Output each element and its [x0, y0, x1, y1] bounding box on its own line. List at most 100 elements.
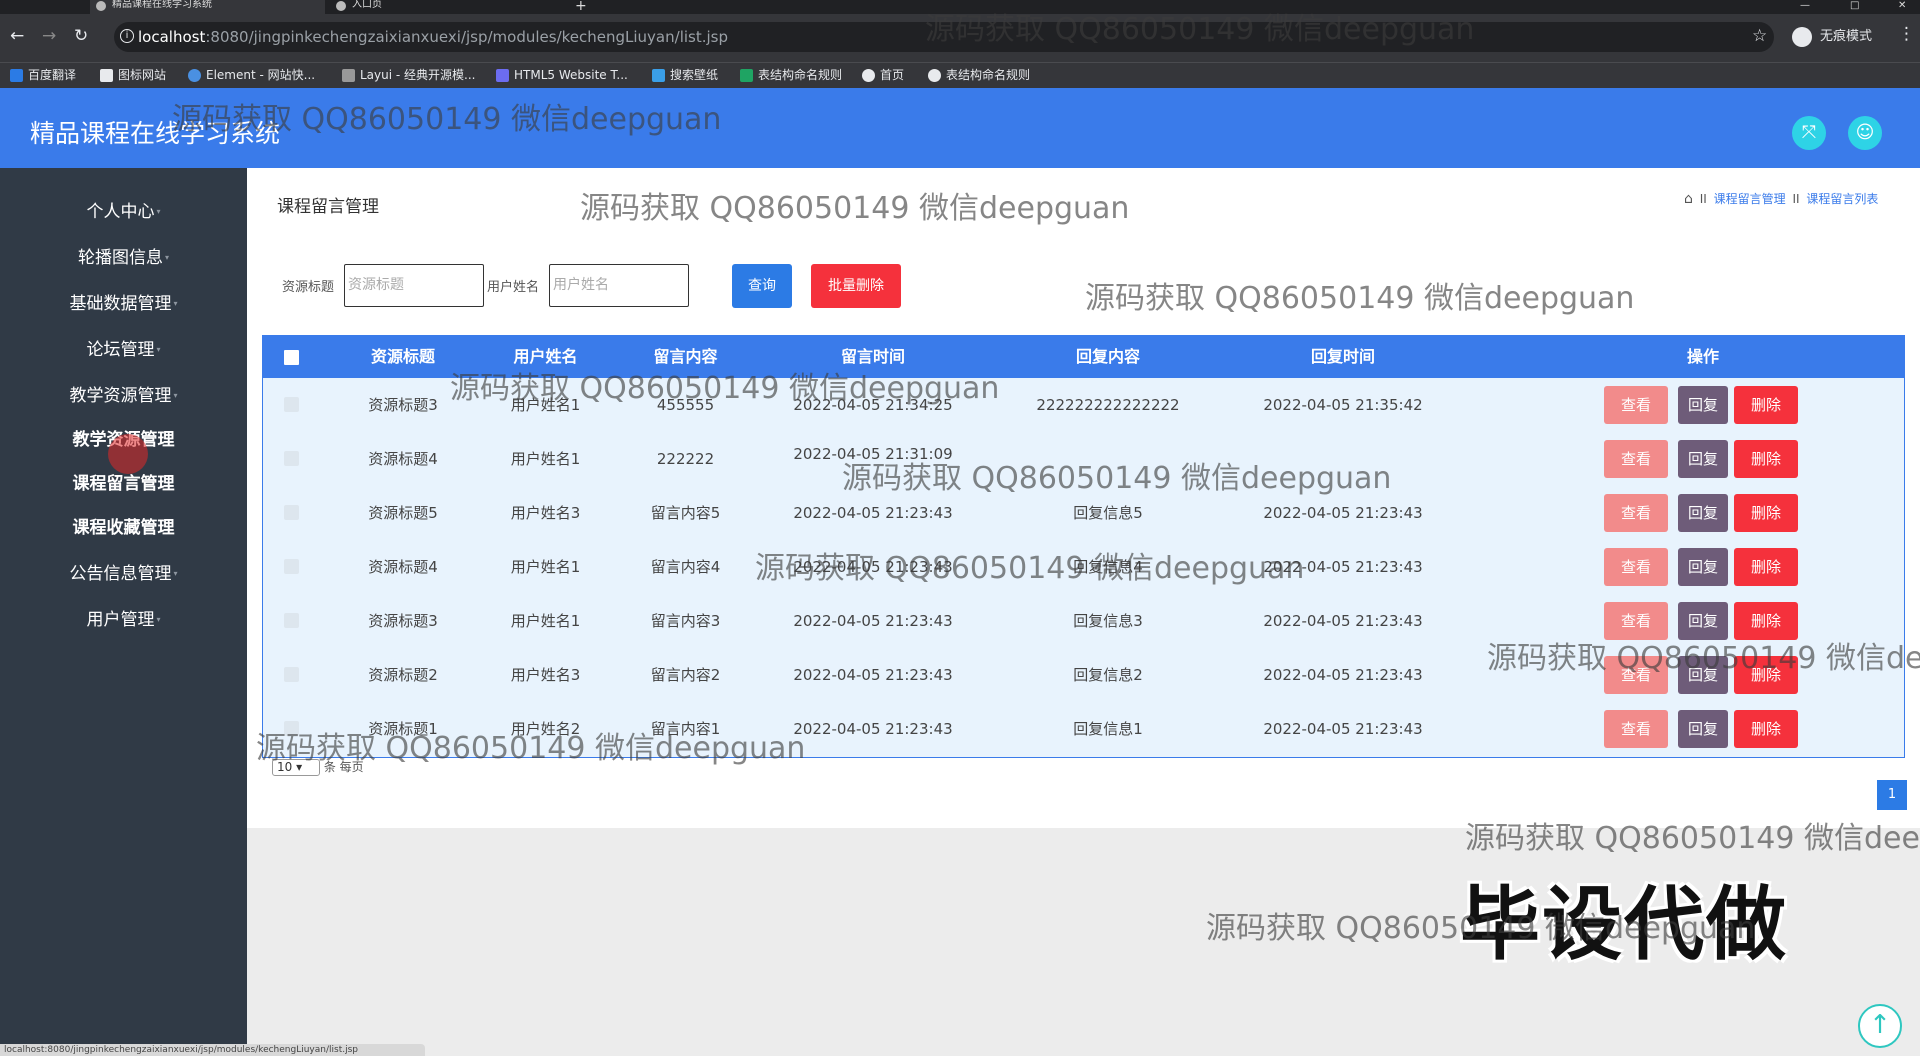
cell-reply: 回复信息2 — [1073, 666, 1143, 684]
delete-button[interactable]: 删除 — [1734, 494, 1798, 532]
view-button[interactable]: 查看 — [1604, 386, 1668, 424]
forward-arrow-icon[interactable]: → — [42, 26, 56, 46]
cell-content: 留言内容2 — [650, 666, 721, 684]
fullscreen-icon[interactable]: ⤧ — [1792, 116, 1826, 150]
browser-tabbar: 精品课程在线学习系统 入口页 + — □ ✕ — [0, 0, 1920, 14]
site-info-icon[interactable]: i — [120, 29, 134, 43]
reply-button[interactable]: 回复 — [1678, 656, 1728, 694]
view-button[interactable]: 查看 — [1604, 548, 1668, 586]
bookmark-item[interactable]: Layui - 经典开源模... — [342, 67, 475, 83]
delete-button[interactable]: 删除 — [1734, 710, 1798, 748]
delete-button[interactable]: 删除 — [1734, 656, 1798, 694]
breadcrumb-item[interactable]: 课程留言列表 — [1806, 192, 1878, 206]
cell-resource: 资源标题4 — [368, 558, 438, 576]
delete-button[interactable]: 删除 — [1734, 602, 1798, 640]
page-size-select[interactable]: 10 ▾ — [272, 759, 320, 776]
cell-content: 455555 — [656, 396, 715, 414]
select-all-checkbox[interactable] — [284, 350, 299, 365]
user-avatar-icon[interactable]: ☺ — [1848, 116, 1882, 150]
browser-menu-icon[interactable]: ⋮ — [1898, 24, 1915, 44]
reply-button[interactable]: 回复 — [1678, 548, 1728, 586]
bookmark-item[interactable]: 首页 — [862, 67, 904, 83]
view-button[interactable]: 查看 — [1604, 602, 1668, 640]
page-number-button[interactable]: 1 — [1877, 780, 1907, 810]
batch-delete-button[interactable]: 批量删除 — [811, 264, 901, 308]
translate-icon — [10, 69, 23, 82]
row-checkbox[interactable] — [284, 451, 299, 466]
reload-icon[interactable]: ↻ — [74, 26, 88, 46]
bookmark-star-icon[interactable]: ☆ — [1752, 26, 1767, 46]
url-bar[interactable]: i localhost:8080/jingpinkechengzaixianxu… — [114, 22, 1774, 52]
cell-time: 2022-04-05 21:23:43 — [793, 612, 953, 630]
sidebar: 个人中心▾ 轮播图信息▾ 基础数据管理▾ 论坛管理▾ 教学资源管理▾ 教学资源管… — [0, 168, 247, 1056]
bookmark-item[interactable]: 百度翻译 — [10, 67, 76, 83]
delete-button[interactable]: 删除 — [1734, 440, 1798, 478]
breadcrumb: ⌂ II 课程留言管理 II 课程留言列表 — [1684, 191, 1879, 207]
sidebar-subitem-course-favorites[interactable]: 课程收藏管理 — [0, 508, 247, 548]
row-checkbox[interactable] — [284, 667, 299, 682]
bookmark-item[interactable]: 图标网站 — [100, 67, 166, 83]
cell-reply: 回复信息3 — [1073, 612, 1143, 630]
table-header: 资源标题 用户姓名 留言内容 留言时间 回复内容 回复时间 操作 — [263, 336, 1904, 378]
reply-button[interactable]: 回复 — [1678, 440, 1728, 478]
browser-tab-entry[interactable]: 入口页 — [330, 0, 560, 14]
sidebar-item-profile[interactable]: 个人中心 ▾ — [0, 192, 247, 232]
incognito-icon — [1792, 27, 1812, 47]
sidebar-item-teaching-resources[interactable]: 教学资源管理 ▾ — [0, 376, 247, 416]
cell-content: 留言内容1 — [650, 720, 721, 738]
sidebar-item-base-data[interactable]: 基础数据管理 ▾ — [0, 284, 247, 324]
bookmark-item[interactable]: 表结构命名规则 — [740, 67, 842, 83]
minimize-icon[interactable]: — — [1800, 0, 1810, 11]
reply-button[interactable]: 回复 — [1678, 602, 1728, 640]
new-tab-plus-icon[interactable]: + — [575, 0, 587, 14]
page-size-label: 条 每页 — [323, 760, 364, 774]
reply-button[interactable]: 回复 — [1678, 710, 1728, 748]
element-logo-icon — [188, 69, 201, 82]
breadcrumb-item[interactable]: 课程留言管理 — [1714, 192, 1786, 206]
delete-button[interactable]: 删除 — [1734, 548, 1798, 586]
view-button[interactable]: 查看 — [1604, 656, 1668, 694]
view-button[interactable]: 查看 — [1604, 494, 1668, 532]
incognito-indicator[interactable]: 无痕模式 — [1792, 25, 1872, 49]
view-button[interactable]: 查看 — [1604, 440, 1668, 478]
table-row: 资源标题4 用户姓名1 留言内容4 2022-04-05 21:23:43 回复… — [263, 540, 1904, 594]
column-header: 资源标题 — [370, 347, 435, 366]
cell-reply-time: 2022-04-05 21:23:43 — [1263, 558, 1423, 576]
bookmark-item[interactable]: Element - 网站快... — [188, 67, 315, 83]
row-checkbox[interactable] — [284, 505, 299, 520]
row-checkbox[interactable] — [284, 397, 299, 412]
reply-button[interactable]: 回复 — [1678, 386, 1728, 424]
bookmark-item[interactable]: 搜索壁纸 — [652, 67, 718, 83]
home-icon[interactable]: ⌂ — [1684, 191, 1693, 207]
cell-reply-time: 2022-04-05 21:23:43 — [1263, 720, 1423, 738]
sheet-icon — [740, 69, 753, 82]
row-checkbox[interactable] — [284, 721, 299, 736]
bookmark-item[interactable]: HTML5 Website T... — [496, 67, 628, 83]
query-button[interactable]: 查询 — [732, 264, 792, 308]
cell-user: 用户姓名1 — [510, 558, 581, 576]
delete-button[interactable]: 删除 — [1734, 386, 1798, 424]
bookmark-item[interactable]: 表结构命名规则 — [928, 67, 1030, 83]
user-name-input[interactable]: 用户姓名 — [549, 264, 689, 307]
url-path: :8080/jingpinkechengzaixianxuexi/jsp/mod… — [205, 28, 728, 46]
cell-time: 2022-04-05 21:23:43 — [793, 558, 953, 576]
sidebar-item-users[interactable]: 用户管理 ▾ — [0, 600, 247, 640]
resource-title-input[interactable]: 资源标题 — [344, 264, 484, 307]
sidebar-item-forum[interactable]: 论坛管理 ▾ — [0, 330, 247, 370]
back-arrow-icon[interactable]: ← — [10, 26, 24, 46]
browser-tab-active[interactable]: 精品课程在线学习系统 — [90, 0, 325, 14]
maximize-icon[interactable]: □ — [1850, 0, 1859, 11]
row-checkbox[interactable] — [284, 559, 299, 574]
sidebar-item-announcements[interactable]: 公告信息管理 ▾ — [0, 554, 247, 594]
cell-content: 留言内容5 — [650, 504, 721, 522]
sidebar-item-carousel[interactable]: 轮播图信息 ▾ — [0, 238, 247, 278]
reply-button[interactable]: 回复 — [1678, 494, 1728, 532]
status-bar-url: localhost:8080/jingpinkechengzaixianxuex… — [0, 1044, 425, 1056]
cell-user: 用户姓名2 — [510, 720, 581, 738]
close-icon[interactable]: ✕ — [1898, 0, 1906, 11]
row-checkbox[interactable] — [284, 613, 299, 628]
view-button[interactable]: 查看 — [1604, 710, 1668, 748]
tab-label: 入口页 — [352, 0, 382, 10]
cell-time: 2022-04-05 21:23:43 — [793, 720, 953, 738]
back-to-top-icon[interactable]: ↑ — [1858, 1004, 1902, 1048]
